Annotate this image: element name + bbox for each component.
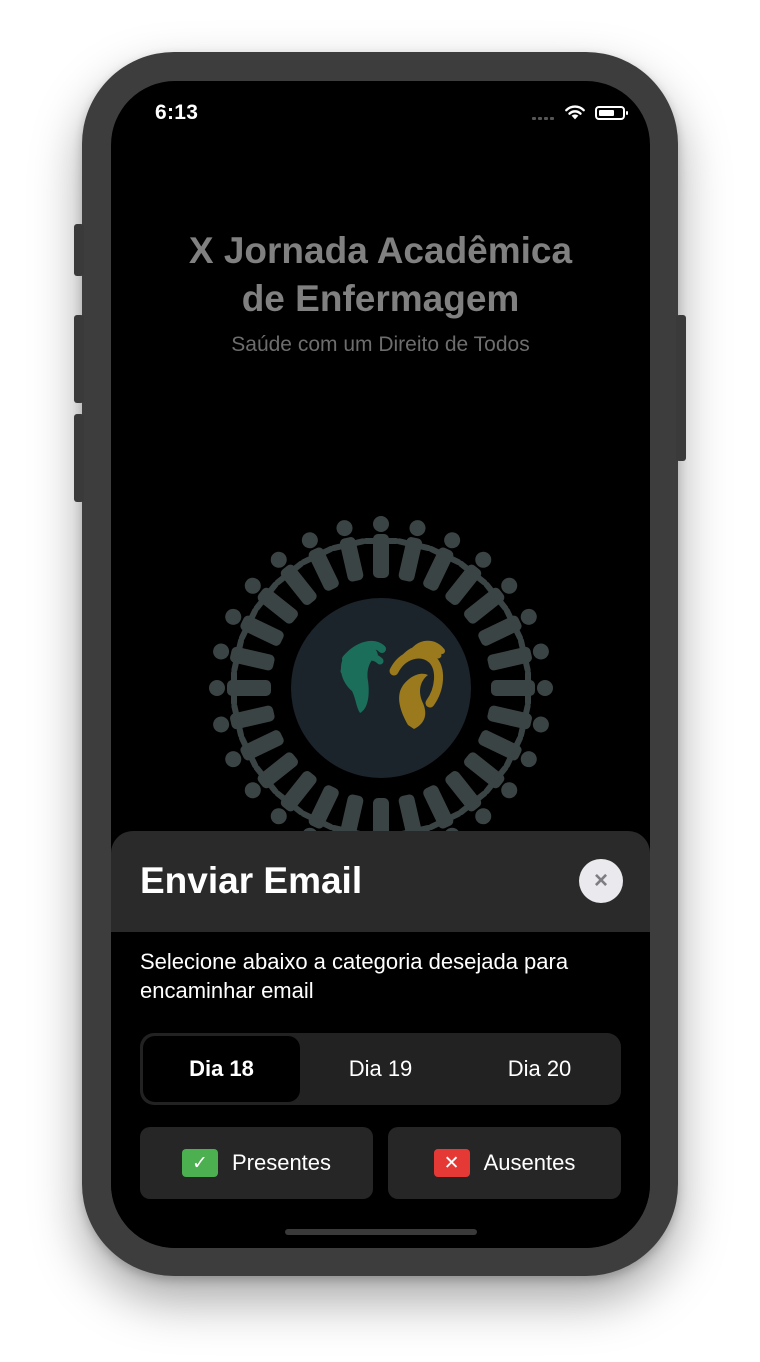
segment-label: Dia 20 xyxy=(507,1056,572,1081)
event-title-line2: de Enfermagem xyxy=(241,278,520,319)
person-figure xyxy=(209,670,271,706)
notch xyxy=(231,81,530,124)
segment-label: Dia 18 xyxy=(189,1056,254,1081)
presentes-label: Presentes xyxy=(231,1150,332,1175)
status-time: 6:13 xyxy=(155,101,199,124)
wifi-icon xyxy=(565,105,585,120)
mute-switch xyxy=(74,224,84,276)
sheet-title: Enviar Email xyxy=(140,860,363,901)
home-indicator xyxy=(285,1229,477,1235)
person-figure xyxy=(363,516,399,578)
ausentes-button[interactable]: ✕ Ausentes xyxy=(388,1127,621,1199)
cellular-signal-icon xyxy=(532,117,558,121)
event-logo xyxy=(209,516,553,841)
event-title: X Jornada Acadêmica de Enfermagem xyxy=(111,227,650,323)
instruction-text: Selecione abaixo a categoria desejada pa… xyxy=(140,949,569,1003)
event-title-line1: X Jornada Acadêmica xyxy=(188,230,573,271)
ausentes-label: Ausentes xyxy=(483,1150,576,1175)
checkmark-icon: ✓ xyxy=(181,1149,218,1177)
segment-dia-18[interactable]: Dia 18 xyxy=(143,1036,300,1102)
segment-dia-19[interactable]: Dia 19 xyxy=(302,1036,459,1102)
day-segmented-control: Dia 18 Dia 19 Dia 20 xyxy=(140,1033,621,1105)
close-icon: × xyxy=(593,867,608,894)
app-screen: 6:13 X Jornada Acadêmica de Enfermagem S… xyxy=(111,81,650,1248)
volume-up-button xyxy=(74,315,84,403)
x-icon: ✕ xyxy=(433,1149,470,1177)
sheet-header: Enviar Email × xyxy=(111,831,650,932)
presentes-button[interactable]: ✓ Presentes xyxy=(140,1127,373,1199)
close-button[interactable]: × xyxy=(579,859,623,903)
send-email-sheet: Enviar Email × Selecione abaixo a catego… xyxy=(111,831,650,1248)
event-subtitle: Saúde com um Direito de Todos xyxy=(231,333,530,356)
person-figure xyxy=(491,670,553,706)
volume-down-button xyxy=(74,414,84,502)
power-button xyxy=(676,315,686,461)
battery-icon xyxy=(595,106,628,120)
segment-dia-20[interactable]: Dia 20 xyxy=(461,1036,618,1102)
segment-label: Dia 19 xyxy=(348,1056,413,1081)
